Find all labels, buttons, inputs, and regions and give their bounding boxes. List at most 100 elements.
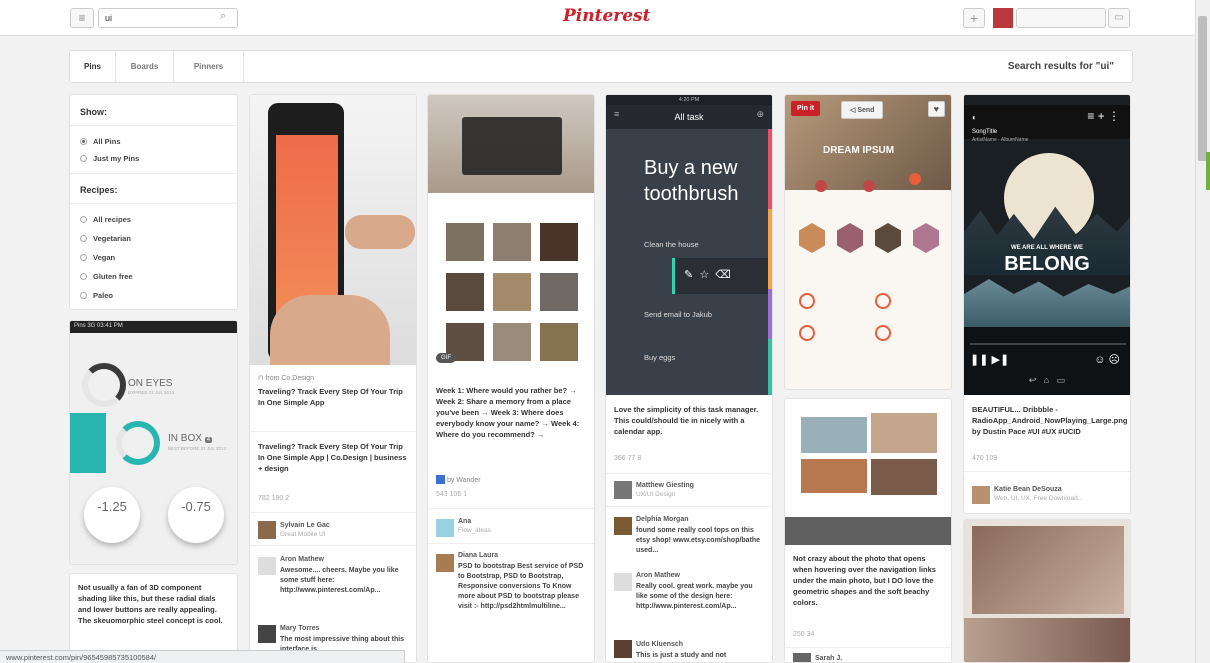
collage-photo [871, 459, 937, 495]
grid-photo [540, 273, 578, 311]
hamburger-icon[interactable]: ≡ [70, 8, 94, 28]
pin-it-button[interactable]: Pin it [791, 101, 821, 116]
pin-image[interactable]: DREAM IPSUM [785, 95, 951, 389]
commenter-name[interactable]: Aron Mathew [636, 572, 680, 579]
commenter-name[interactable]: Delphia Morgan [636, 516, 689, 523]
pinner-name[interactable]: Ana [458, 518, 471, 525]
notifications-icon[interactable]: ▭ [1108, 8, 1130, 28]
song-title: SongTitle [972, 129, 998, 135]
app-title: All task [606, 105, 772, 129]
pinterest-logo[interactable]: Pinterest [563, 6, 650, 26]
collage-photo [801, 459, 867, 493]
filter-option-all-recipes[interactable]: All recipes [80, 215, 131, 224]
pinner-name[interactable]: Matthew Giesting [636, 482, 694, 489]
source-link[interactable]: by Wander [436, 475, 481, 484]
pin-description: Traveling? Track Every Step Of Your Trip… [258, 442, 407, 473]
pin-image[interactable] [250, 95, 416, 365]
pin-title[interactable]: Traveling? Track Every Step Of Your Trip… [258, 386, 408, 408]
comment-text: found some really cool tops on this etsy… [636, 527, 761, 554]
task-actions[interactable]: ✎ ☆ ⌫ [672, 258, 772, 294]
add-icon[interactable]: ≡ + ⋮ [1087, 109, 1120, 123]
pin-image[interactable]: 4:20 PM All task ≡ ⊕ Buy a new toothbrus… [606, 95, 772, 395]
pin-description: Week 1: Where would you rather be? → Wee… [436, 386, 580, 439]
pinner-name[interactable]: Katie Bean DeSouza [994, 486, 1062, 493]
filter-option-vegetarian[interactable]: Vegetarian [80, 234, 131, 243]
commenter-name[interactable]: Aron Mathew [280, 556, 324, 563]
pin-image[interactable]: Pins 3G 03:41 PM ON EYES EXPIRES 21 JUL … [70, 321, 237, 564]
commenter-name[interactable]: Mary Torres [280, 625, 320, 632]
avatar[interactable] [614, 573, 632, 591]
grid-photo [540, 223, 578, 261]
pin-card[interactable]: Not crazy about the photo that opens whe… [784, 398, 952, 663]
search-icon[interactable]: ⌕ [220, 10, 226, 23]
pin-card[interactable]: 4:20 PM All task ≡ ⊕ Buy a new toothbrus… [605, 94, 773, 663]
filter-option-gluten-free[interactable]: Gluten free [80, 272, 133, 281]
commenter-name[interactable]: Udo Kluensch [636, 641, 683, 648]
menu-icon[interactable]: ≡ [614, 109, 619, 119]
avatar[interactable] [614, 517, 632, 535]
pinner-name[interactable]: Sylvain Le Gac [280, 522, 330, 529]
avatar[interactable] [436, 519, 454, 537]
scrollbar-thumb[interactable] [1198, 16, 1207, 161]
pin-card[interactable]: DREAM IPSUM Pin it ◁ Send ♥ [784, 94, 952, 390]
board-name[interactable]: Flow_ideas [458, 527, 491, 534]
nav-dot[interactable] [815, 180, 827, 192]
app-icon[interactable]: ◐ [972, 113, 977, 122]
board-name[interactable]: UX/UI Design [636, 491, 675, 498]
board-name[interactable]: Web, UI, UX, Free Download... [994, 495, 1083, 502]
like-heart-icon[interactable]: ♥ [927, 101, 945, 117]
tab-pins[interactable]: Pins [70, 51, 116, 82]
recipes-heading: Recipes: [80, 185, 118, 195]
tab-pinners[interactable]: Pinners [174, 51, 244, 82]
progress-track[interactable] [970, 343, 1126, 345]
tab-boards[interactable]: Boards [116, 51, 174, 82]
search-input[interactable]: ui [98, 8, 238, 28]
thumbs-icon[interactable]: ☺ ☹ [1094, 353, 1120, 366]
send-button[interactable]: ◁ Send [841, 101, 884, 119]
top-header: ≡ ui ⌕ Pinterest + ▭ [0, 0, 1195, 36]
pinner-name[interactable]: Sarah J. [815, 655, 842, 662]
source-link[interactable]: ⊓ from Co.Design [258, 374, 314, 382]
pin-description: Not crazy about the photo that opens whe… [793, 554, 936, 607]
pin-image[interactable]: GIF [428, 95, 594, 373]
box-dial-icon [116, 421, 160, 465]
action-accent [672, 258, 675, 294]
board-name[interactable]: Great Mobile UI [280, 531, 326, 538]
avatar[interactable] [993, 8, 1013, 28]
avatar[interactable] [793, 653, 811, 662]
pin-image[interactable]: ◐ ≡ + ⋮ SongTitle ArtistName · AlbumName… [964, 95, 1130, 395]
avatar[interactable] [436, 554, 454, 572]
play-pause-icon[interactable]: ❚❚ ▶❚ [970, 353, 1009, 366]
avatar[interactable] [258, 557, 276, 575]
filter-option-my-pins[interactable]: Just my Pins [80, 154, 139, 163]
pin-card[interactable]: ⊓ from Co.Design Traveling? Track Every … [249, 94, 417, 663]
avatar[interactable] [972, 486, 990, 504]
avatar[interactable] [258, 625, 276, 643]
avatar[interactable] [614, 640, 632, 658]
filter-option-all-pins[interactable]: All Pins [80, 137, 121, 146]
plus-icon[interactable]: + [963, 8, 985, 28]
add-icon[interactable]: ⊕ [756, 109, 764, 120]
avatar[interactable] [614, 481, 632, 499]
grid-photo [446, 223, 484, 261]
pin-card[interactable]: Pins 3G 03:41 PM ON EYES EXPIRES 21 JUL … [69, 320, 238, 565]
scrollbar[interactable] [1195, 0, 1210, 663]
pin-image[interactable] [785, 399, 951, 545]
pin-card[interactable] [963, 519, 1131, 663]
commenter-name[interactable]: Diana Laura [458, 552, 498, 559]
grid-photo [446, 273, 484, 311]
nav-dot[interactable] [909, 173, 921, 185]
pin-card[interactable]: ◐ ≡ + ⋮ SongTitle ArtistName · AlbumName… [963, 94, 1131, 484]
pin-image[interactable] [964, 520, 1130, 662]
pin-stats: 782 180 2 [258, 495, 290, 502]
user-menu-button[interactable] [1016, 8, 1106, 28]
nav-buttons[interactable]: ↩ ⌂ ▭ [964, 375, 1130, 386]
pinner-strip[interactable]: Katie Bean DeSouza Web, UI, UX, Free Dow… [963, 478, 1131, 514]
collage-photo [972, 526, 1124, 614]
filter-option-vegan[interactable]: Vegan [80, 253, 115, 262]
filter-option-paleo[interactable]: Paleo [80, 291, 113, 300]
nav-dot[interactable] [863, 180, 875, 192]
pin-card[interactable]: GIF Week 1: Where would you rather be? →… [427, 94, 595, 663]
search-results-title: Search results for "ui" [1007, 61, 1114, 72]
avatar[interactable] [258, 521, 276, 539]
